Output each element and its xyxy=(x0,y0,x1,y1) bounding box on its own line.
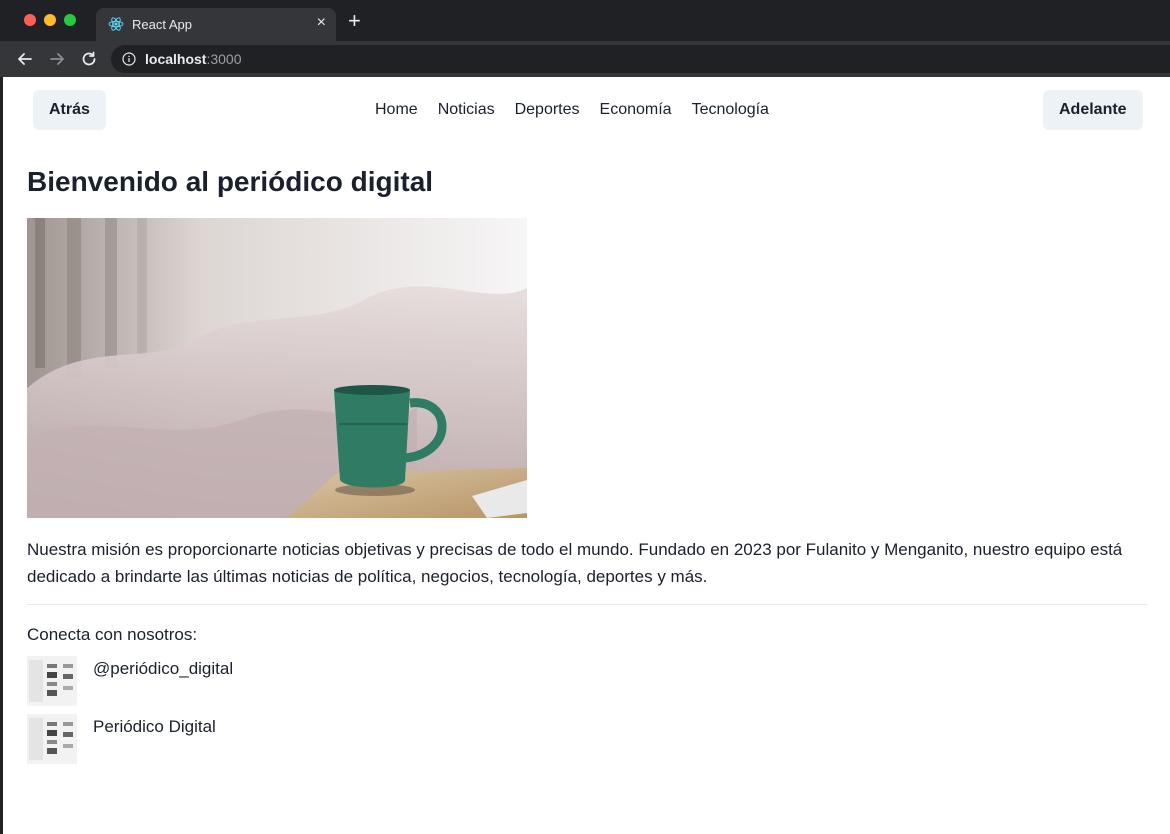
url-host: localhost xyxy=(145,51,207,67)
browser-toolbar: localhost:3000 xyxy=(0,41,1170,77)
tab-close-icon[interactable]: × xyxy=(317,14,326,32)
nav-link-home[interactable]: Home xyxy=(375,101,418,119)
browser-titlebar: React App × + xyxy=(0,0,1170,41)
url-text: localhost:3000 xyxy=(145,51,242,67)
divider xyxy=(27,604,1148,605)
social-handle[interactable]: Periódico Digital xyxy=(93,717,216,737)
browser-tab[interactable]: React App × xyxy=(96,8,336,41)
page-content: Atrás Home Noticias Deportes Economía Te… xyxy=(3,77,1170,834)
back-button[interactable]: Atrás xyxy=(33,90,106,130)
maximize-window-button[interactable] xyxy=(64,14,76,26)
social-thumbnail-icon xyxy=(27,656,77,706)
page-title: Bienvenido al periódico digital xyxy=(27,166,434,197)
site-info-icon[interactable] xyxy=(122,52,136,66)
mission-text: Nuestra misión es proporcionarte noticia… xyxy=(27,540,1123,586)
social-handle[interactable]: @periódico_digital xyxy=(93,659,233,679)
main-nav: Home Noticias Deportes Economía Tecnolog… xyxy=(375,101,769,119)
hero-image xyxy=(27,218,527,518)
nav-link-deportes[interactable]: Deportes xyxy=(515,101,580,119)
browser-back-icon[interactable] xyxy=(16,50,34,68)
tab-title: React App xyxy=(132,17,192,32)
nav-link-tecnologia[interactable]: Tecnología xyxy=(692,101,769,119)
react-logo-icon xyxy=(108,17,124,31)
minimize-window-button[interactable] xyxy=(44,14,56,26)
nav-link-economia[interactable]: Economía xyxy=(600,101,672,119)
forward-button[interactable]: Adelante xyxy=(1043,90,1143,130)
nav-link-noticias[interactable]: Noticias xyxy=(438,101,495,119)
address-bar[interactable]: localhost:3000 xyxy=(111,45,1170,73)
browser-forward-icon[interactable] xyxy=(48,50,66,68)
close-window-button[interactable] xyxy=(24,14,36,26)
url-port: :3000 xyxy=(206,51,242,67)
new-tab-button[interactable]: + xyxy=(348,10,361,32)
browser-reload-icon[interactable] xyxy=(80,50,98,68)
social-thumbnail-icon xyxy=(27,714,77,764)
connect-label: Conecta con nosotros: xyxy=(27,625,198,644)
